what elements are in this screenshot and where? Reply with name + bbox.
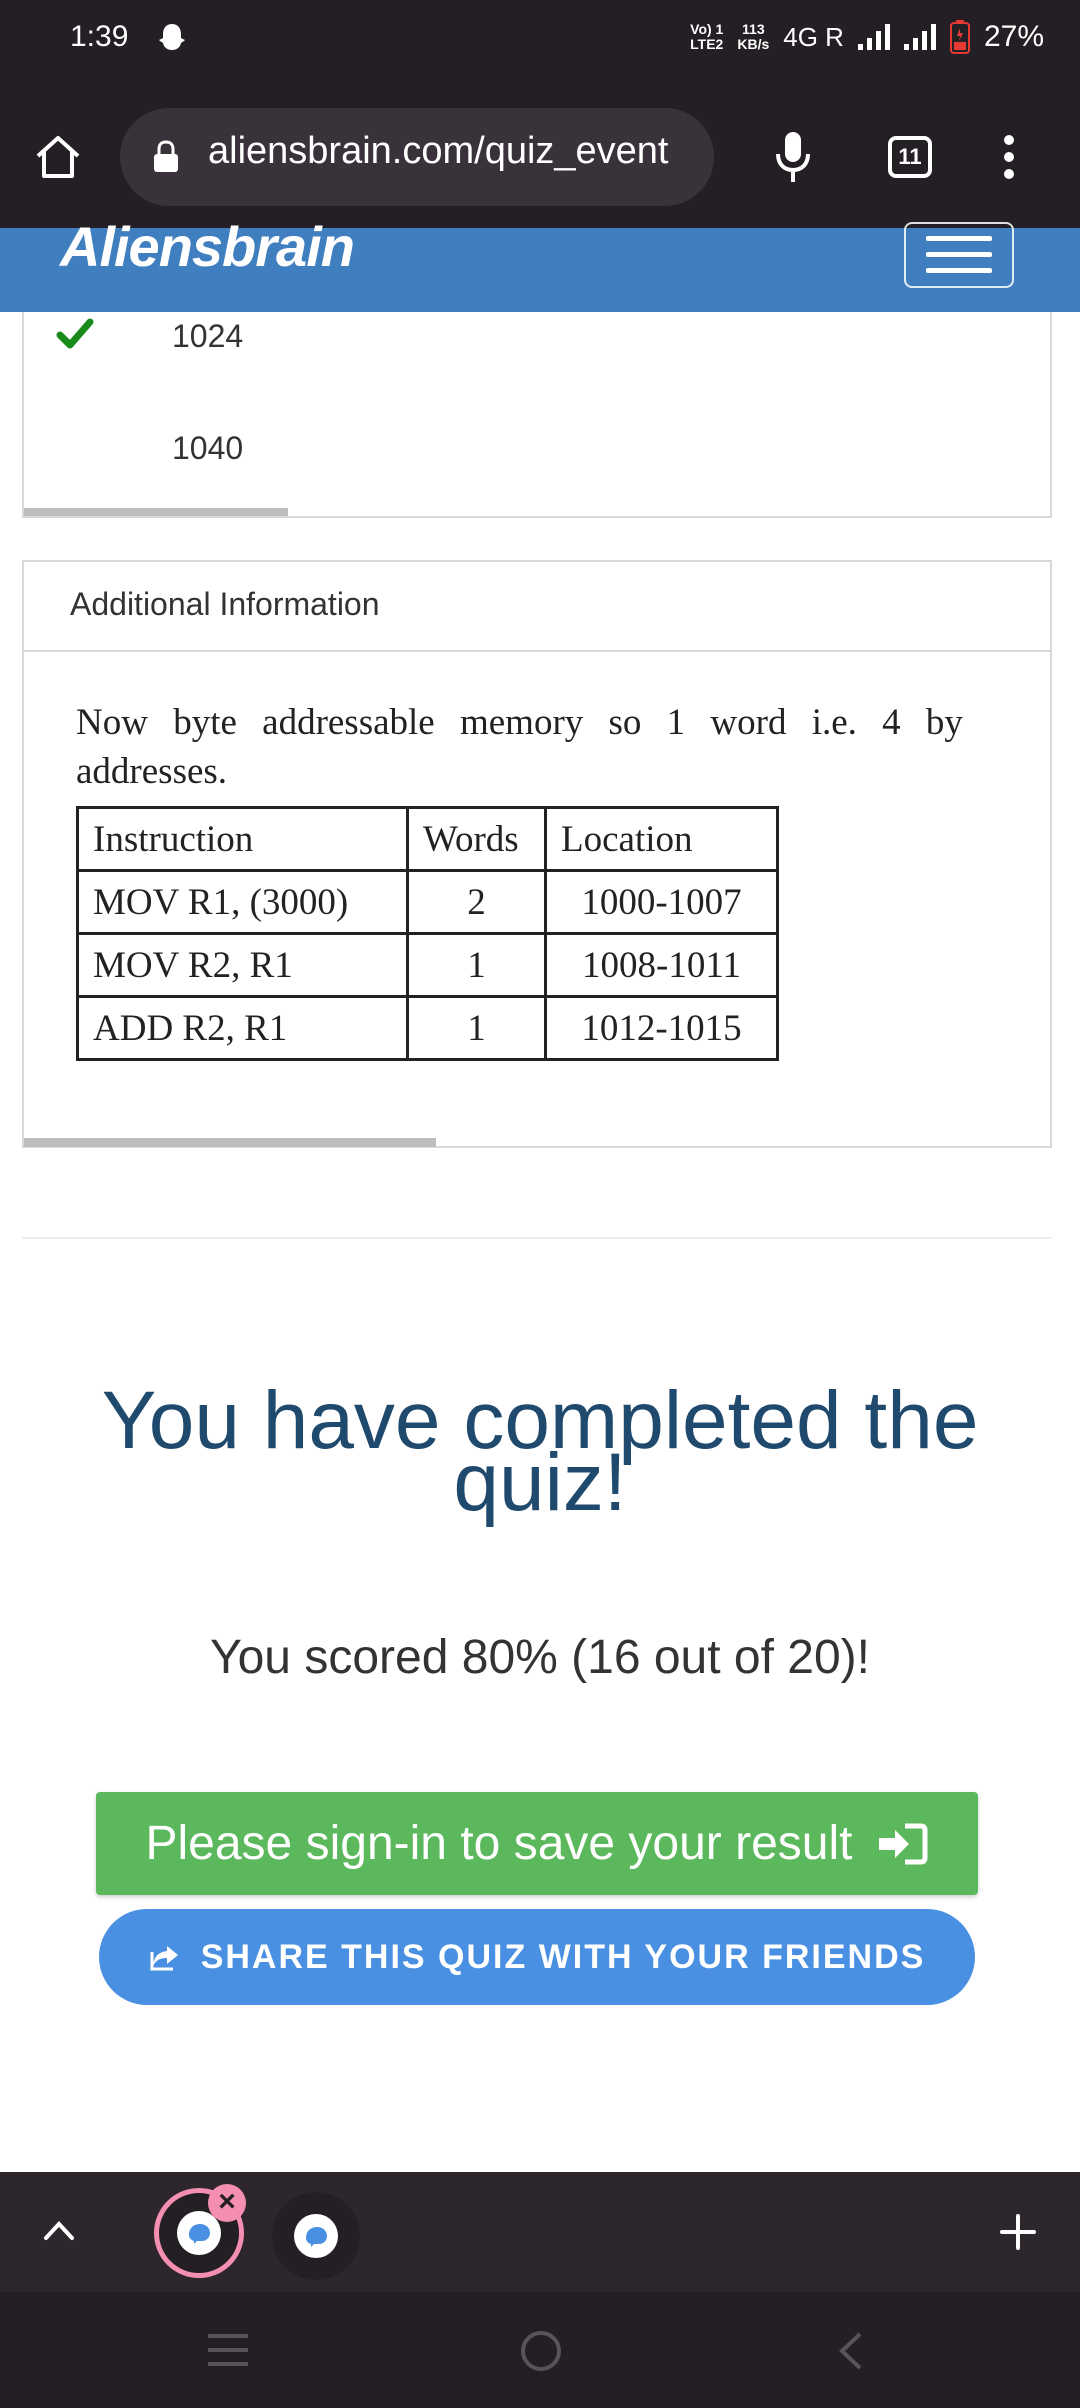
lock-icon[interactable] [152,140,180,179]
explanation-text: Now byte addressable memory so 1 word i.… [76,702,963,743]
check-icon [56,318,94,355]
network-type: 4G R [783,21,844,52]
volte-indicator: Vo) 1 LTE2 [690,21,724,52]
score-text: You scored 80% (16 out of 20)! [210,1631,870,1684]
additional-info-title: Additional Information [70,586,380,622]
menu-toggle-button[interactable] [904,222,1014,288]
horizontal-scrollbar[interactable] [24,1138,436,1147]
add-tab-icon[interactable] [998,2212,1038,2257]
table-cell: MOV R1, (3000) [76,869,409,935]
horizontal-scrollbar[interactable] [24,508,288,516]
site-favicon-icon [294,2214,338,2258]
table-header: Location [544,806,779,872]
share-quiz-button[interactable]: SHARE THIS QUIZ WITH YOUR FRIENDS [99,1909,975,2005]
back-icon[interactable] [836,2330,864,2377]
status-indicators: Vo) 1 LTE2 113 KB/s 4G R 27% [690,20,1044,54]
explanation-text-2: addresses. [76,751,228,792]
tab-thumbnail[interactable] [272,2192,360,2280]
chevron-up-icon[interactable] [42,2218,76,2247]
close-tab-icon[interactable]: × [208,2184,246,2222]
answer-option-2: 1040 [172,430,244,466]
home-icon[interactable] [34,134,82,185]
table-cell: 1012-1015 [544,995,779,1061]
table-header-row: Instruction Words Location [76,806,779,872]
url-text[interactable]: aliensbrain.com/quiz_event [208,130,698,173]
table-cell: 1000-1007 [544,869,779,935]
table-cell: 1 [406,995,547,1061]
table-cell: ADD R2, R1 [76,995,409,1061]
tab-switcher-button[interactable]: 11 [888,136,932,178]
hamburger-icon [926,236,992,241]
table-cell: 2 [406,869,547,935]
speed-indicator: 113 KB/s [737,21,770,52]
table-row: MOV R2, R1 1 1008-1011 [76,932,779,998]
signin-label: Please sign-in to save your result [145,1817,853,1870]
more-options-icon[interactable] [1000,134,1018,185]
home-nav-icon[interactable] [520,2330,562,2377]
sign-in-icon [878,1823,927,1864]
explanation-table: Instruction Words Location MOV R1, (3000… [76,806,779,1061]
signal-icon [857,24,890,50]
notification-icon [156,22,188,61]
table-row: MOV R1, (3000) 2 1000-1007 [76,869,779,935]
answer-option-1: 1024 [172,318,244,354]
battery-icon [949,20,970,54]
share-label: SHARE THIS QUIZ WITH YOUR FRIENDS [200,1937,926,1976]
table-header: Words [406,806,547,872]
quiz-complete-title: You have completed the quiz! [101,1375,979,1528]
table-row: ADD R2, R1 1 1012-1015 [76,995,779,1061]
recent-apps-icon[interactable] [206,2332,250,2373]
site-logo[interactable]: Aliensbrain [60,214,355,279]
signin-save-button[interactable]: Please sign-in to save your result [96,1792,978,1895]
share-icon [150,1946,178,1971]
status-time: 1:39 [70,20,129,53]
divider [22,1237,1052,1239]
table-cell: MOV R2, R1 [76,932,409,998]
table-cell: 1 [406,932,547,998]
table-header: Instruction [76,806,409,872]
table-cell: 1008-1011 [544,932,779,998]
battery-percent: 27% [983,20,1044,53]
signal-icon-2 [903,24,936,50]
microphone-icon[interactable] [774,130,812,189]
